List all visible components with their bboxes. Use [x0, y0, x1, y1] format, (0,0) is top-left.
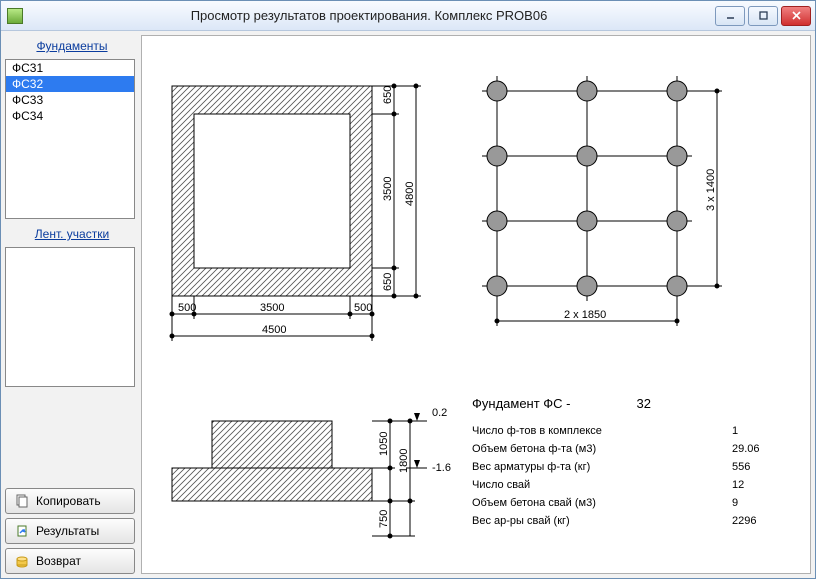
- foundations-label[interactable]: Фундаменты: [5, 35, 135, 55]
- results-label: Результаты: [36, 524, 99, 538]
- info-label: Число свай: [472, 479, 530, 491]
- dim-inner-w: 3500: [260, 302, 284, 314]
- copy-label: Копировать: [36, 494, 101, 508]
- info-value: 556: [732, 461, 792, 473]
- pile-x-dim: 2 x 1850: [564, 309, 606, 321]
- info-table: Фундамент ФС - 32 Число ф-тов в комплекс…: [472, 396, 792, 533]
- close-icon: [791, 10, 802, 21]
- sidebar-spacer: [5, 391, 135, 484]
- list-item[interactable]: ФС33: [6, 92, 134, 108]
- dim-outer-h: 4800: [404, 182, 416, 206]
- info-label: Число ф-тов в комплексе: [472, 425, 602, 437]
- back-button[interactable]: Возврат: [5, 548, 135, 574]
- minimize-icon: [725, 10, 736, 21]
- window-title: Просмотр результатов проектирования. Ком…: [31, 8, 707, 23]
- list-item[interactable]: ФС32: [6, 76, 134, 92]
- maximize-button[interactable]: [748, 6, 778, 26]
- copy-icon: [14, 493, 30, 509]
- info-id: 32: [637, 396, 651, 411]
- sec-ground-lvl: -1.6: [432, 462, 451, 474]
- sec-top-lvl: 0.2: [432, 407, 447, 419]
- dim-top-gap: 650: [382, 86, 394, 104]
- info-value: 9: [732, 497, 792, 509]
- info-row: Вес арматуры ф-та (кг) 556: [472, 461, 792, 473]
- sidebar: Фундаменты ФС31 ФС32 ФС33 ФС34 Лент. уча…: [5, 35, 137, 574]
- info-label: Объем бетона свай (м3): [472, 497, 596, 509]
- sec-mid: 1050: [378, 432, 390, 456]
- titlebar: Просмотр результатов проектирования. Ком…: [1, 1, 815, 31]
- dim-side-r: 500: [354, 302, 372, 314]
- foundations-list[interactable]: ФС31 ФС32 ФС33 ФС34: [5, 59, 135, 219]
- info-row: Вес ар-ры свай (кг) 2296: [472, 515, 792, 527]
- sec-total: 1800: [398, 449, 410, 473]
- info-row: Число ф-тов в комплексе 1: [472, 425, 792, 437]
- info-title-prefix: Фундамент ФС -: [472, 396, 571, 411]
- info-value: 2296: [732, 515, 792, 527]
- close-button[interactable]: [781, 6, 811, 26]
- info-row: Объем бетона свай (м3) 9: [472, 497, 792, 509]
- info-value: 12: [732, 479, 792, 491]
- copy-button[interactable]: Копировать: [5, 488, 135, 514]
- info-title: Фундамент ФС - 32: [472, 396, 792, 411]
- info-label: Вес ар-ры свай (кг): [472, 515, 570, 527]
- drawing-canvas: 500 3500 500 4500: [141, 35, 811, 574]
- info-row: Число свай 12: [472, 479, 792, 491]
- app-icon: [7, 8, 23, 24]
- results-icon: [14, 523, 30, 539]
- results-button[interactable]: Результаты: [5, 518, 135, 544]
- back-icon: [14, 553, 30, 569]
- info-value: 1: [732, 425, 792, 437]
- list-item[interactable]: ФС34: [6, 108, 134, 124]
- client-area: Фундаменты ФС31 ФС32 ФС33 ФС34 Лент. уча…: [1, 31, 815, 578]
- info-value: 29.06: [732, 443, 792, 455]
- info-label: Вес арматуры ф-та (кг): [472, 461, 590, 473]
- dim-inner-h: 3500: [382, 177, 394, 201]
- list-item[interactable]: ФС31: [6, 60, 134, 76]
- maximize-icon: [758, 10, 769, 21]
- app-window: Просмотр результатов проектирования. Ком…: [0, 0, 816, 579]
- back-label: Возврат: [36, 554, 81, 568]
- pile-y-dim: 3 x 1400: [705, 169, 717, 211]
- info-label: Объем бетона ф-та (м3): [472, 443, 596, 455]
- dim-bot-gap: 650: [382, 273, 394, 291]
- sec-bot: 750: [378, 510, 390, 528]
- window-buttons: [715, 6, 811, 26]
- lent-list[interactable]: [5, 247, 135, 387]
- minimize-button[interactable]: [715, 6, 745, 26]
- lent-label[interactable]: Лент. участки: [5, 223, 135, 243]
- dim-side-l: 500: [178, 302, 196, 314]
- info-row: Объем бетона ф-та (м3) 29.06: [472, 443, 792, 455]
- dim-outer-w: 4500: [262, 324, 286, 336]
